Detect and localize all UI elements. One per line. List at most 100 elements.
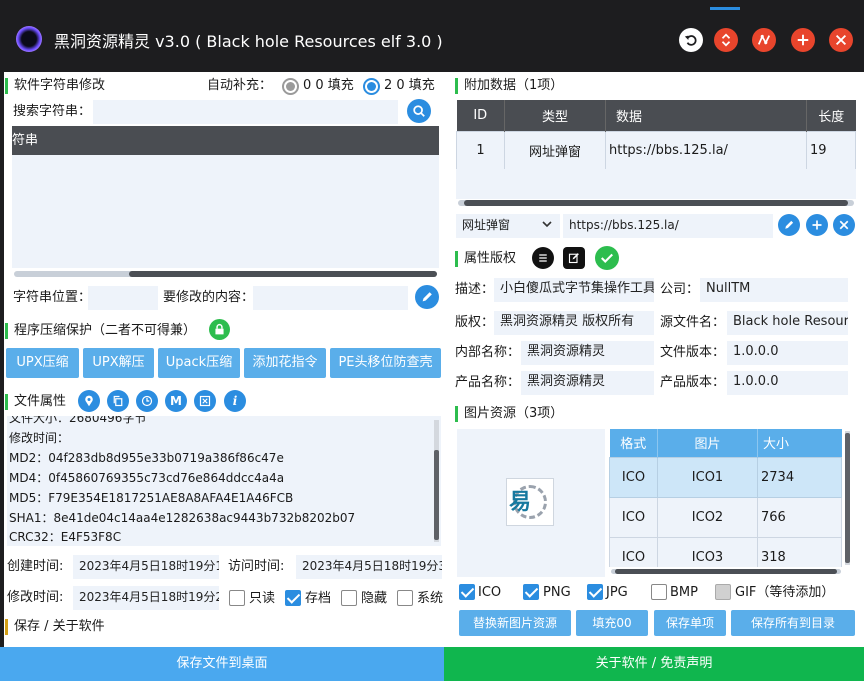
image-table-hscroll[interactable] bbox=[611, 569, 841, 574]
hidden-checkbox[interactable] bbox=[341, 590, 357, 606]
desc-field[interactable]: 小白傻瓜式字节集操作工具 bbox=[494, 278, 654, 302]
copyright-field[interactable]: 黑洞资源精灵 版权所有 bbox=[494, 311, 654, 335]
lock-icon bbox=[209, 319, 230, 340]
plus-icon[interactable] bbox=[791, 28, 815, 52]
company-field[interactable]: NullTM bbox=[700, 278, 848, 302]
delete-x-icon[interactable] bbox=[833, 214, 855, 236]
ico-label: ICO bbox=[478, 585, 502, 600]
edit-pencil-icon[interactable] bbox=[415, 285, 439, 309]
about-disclaimer-button[interactable]: 关于软件 / 免责声明 bbox=[444, 647, 864, 681]
url-input[interactable]: https://bbs.125.la/ bbox=[563, 214, 773, 238]
expand-collapse-icon[interactable] bbox=[714, 28, 738, 52]
image-table: 格式 图片 大小 ICO ICO1 2734 ICO ICO2 766 bbox=[609, 429, 842, 538]
m-icon[interactable]: M bbox=[165, 390, 187, 412]
share-graph-icon[interactable] bbox=[752, 28, 776, 52]
gif-checkbox bbox=[715, 584, 731, 600]
table-row[interactable]: ICO ICO1 2734 bbox=[609, 456, 842, 498]
file-version-field[interactable]: 1.0.0.0 bbox=[727, 341, 848, 365]
archive-label: 存档 bbox=[305, 591, 332, 606]
file-info-vscroll[interactable] bbox=[434, 420, 439, 542]
chevron-down-icon[interactable] bbox=[541, 218, 553, 234]
col-type: 类型 bbox=[504, 100, 606, 131]
fill20-radio[interactable] bbox=[363, 78, 380, 95]
cell-size: 2734 bbox=[757, 456, 842, 498]
upack-compress-button[interactable]: Upack压缩 bbox=[158, 348, 240, 378]
close-icon[interactable] bbox=[829, 28, 853, 52]
image-table-vscroll[interactable] bbox=[845, 431, 850, 565]
save-section-title: 保存 / 关于软件 bbox=[5, 619, 105, 635]
search-input[interactable] bbox=[93, 100, 398, 124]
easy-lang-logo-icon: 易 bbox=[509, 490, 532, 515]
clock-icon[interactable] bbox=[136, 390, 158, 412]
modified-time-field[interactable]: 2023年4月5日18时19分2 bbox=[73, 586, 219, 610]
cell-name: ICO3 bbox=[657, 537, 758, 567]
file-info-box[interactable]: 文件大小：2680496字节 修改时间： MD2：04f283db8d955e3… bbox=[7, 416, 441, 546]
modified-time-label: 修改时间: bbox=[7, 590, 64, 605]
image-table-partial-row[interactable]: ICO ICO3 318 bbox=[609, 537, 842, 567]
location-pin-icon[interactable] bbox=[78, 390, 100, 412]
compress-section-title: 程序压缩保护（二者不可得兼） bbox=[5, 323, 196, 339]
edit-square-icon[interactable] bbox=[563, 247, 585, 269]
string-table-body[interactable] bbox=[12, 155, 439, 268]
archive-checkbox[interactable] bbox=[285, 590, 301, 606]
save-to-desktop-button[interactable]: 保存文件到桌面 bbox=[0, 647, 444, 681]
info-icon[interactable]: i bbox=[224, 390, 246, 412]
save-single-button[interactable]: 保存单项 bbox=[654, 610, 726, 636]
title-bar: 黑洞资源精灵 v3.0 ( Black hole Resources elf 3… bbox=[0, 0, 864, 72]
info-line-md5: MD5：F79E354E1817251AE8A8AFA4E1A46FCB bbox=[9, 491, 294, 505]
system-checkbox[interactable] bbox=[397, 590, 413, 606]
edit-pencil-icon[interactable] bbox=[778, 214, 800, 236]
origname-field[interactable]: Black hole Resour bbox=[727, 311, 848, 335]
square-x-icon[interactable] bbox=[194, 390, 216, 412]
readonly-checkbox[interactable] bbox=[229, 590, 245, 606]
fill00-label: 0 0 填充 bbox=[303, 78, 354, 93]
created-time-field[interactable]: 2023年4月5日18时19分1 bbox=[73, 555, 219, 579]
upx-compress-button[interactable]: UPX压缩 bbox=[6, 348, 79, 378]
file-version-label: 文件版本： bbox=[660, 345, 726, 360]
extra-table-hscroll[interactable] bbox=[458, 200, 854, 206]
title-accent-line bbox=[710, 7, 740, 10]
accessed-time-field[interactable]: 2023年4月5日18时19分3 bbox=[296, 555, 442, 579]
string-table-hscroll[interactable] bbox=[14, 271, 437, 277]
image-table-header-row: 格式 图片 大小 bbox=[609, 429, 842, 457]
pe-header-shift-button[interactable]: PE头移位防查壳 bbox=[330, 348, 441, 378]
accessed-time-label: 访问时间: bbox=[228, 559, 285, 574]
fill00-button[interactable]: 填充00 bbox=[576, 610, 648, 636]
jpg-checkbox[interactable] bbox=[587, 584, 603, 600]
info-line-sha1: SHA1：8e41de04c14aa4e1282638ac9443b732b82… bbox=[9, 511, 356, 525]
add-icon[interactable] bbox=[806, 214, 828, 236]
image-preview-frame: 易 bbox=[506, 478, 554, 526]
system-label: 系统 bbox=[417, 591, 444, 606]
undo-icon[interactable] bbox=[679, 28, 703, 52]
extra-section-title: 附加数据（1项） bbox=[455, 78, 563, 94]
search-label: 搜索字符串： bbox=[13, 104, 92, 119]
modify-content-label: 要修改的内容： bbox=[163, 290, 255, 305]
confirm-check-icon[interactable] bbox=[595, 246, 619, 270]
extra-table-empty-area bbox=[456, 169, 856, 199]
product-version-field[interactable]: 1.0.0.0 bbox=[727, 371, 848, 395]
table-row[interactable]: ICO ICO2 766 bbox=[609, 496, 842, 538]
string-position-label: 字符串位置： bbox=[13, 290, 92, 305]
save-all-button[interactable]: 保存所有到目录 bbox=[731, 610, 855, 636]
internal-name-field[interactable]: 黑洞资源精灵 bbox=[521, 341, 654, 365]
modify-content-input[interactable] bbox=[253, 286, 408, 310]
string-position-input[interactable] bbox=[88, 286, 158, 310]
jpg-label: JPG bbox=[606, 585, 628, 600]
fill20-label: 2 0 填充 bbox=[384, 78, 435, 93]
upx-decompress-button[interactable]: UPX解压 bbox=[83, 348, 154, 378]
fill00-radio[interactable] bbox=[282, 78, 299, 95]
replace-image-button[interactable]: 替换新图片资源 bbox=[459, 610, 571, 636]
copy-icon[interactable] bbox=[107, 390, 129, 412]
extra-table-header-row: ID 类型 数据 长度 bbox=[456, 100, 856, 131]
search-icon[interactable] bbox=[407, 99, 431, 123]
ico-checkbox[interactable] bbox=[459, 584, 475, 600]
bmp-checkbox[interactable] bbox=[651, 584, 667, 600]
product-name-field[interactable]: 黑洞资源精灵 bbox=[521, 371, 654, 395]
file-section-title: 文件属性 bbox=[5, 394, 66, 410]
png-checkbox[interactable] bbox=[523, 584, 539, 600]
add-junk-code-button[interactable]: 添加花指令 bbox=[244, 348, 326, 378]
info-line-modified: 修改时间： bbox=[9, 431, 70, 445]
list-icon[interactable] bbox=[532, 247, 554, 269]
string-section-title: 软件字符串修改 bbox=[5, 78, 105, 94]
table-row[interactable]: 1 网址弹窗 https://bbs.125.la/ 19 bbox=[456, 130, 856, 170]
